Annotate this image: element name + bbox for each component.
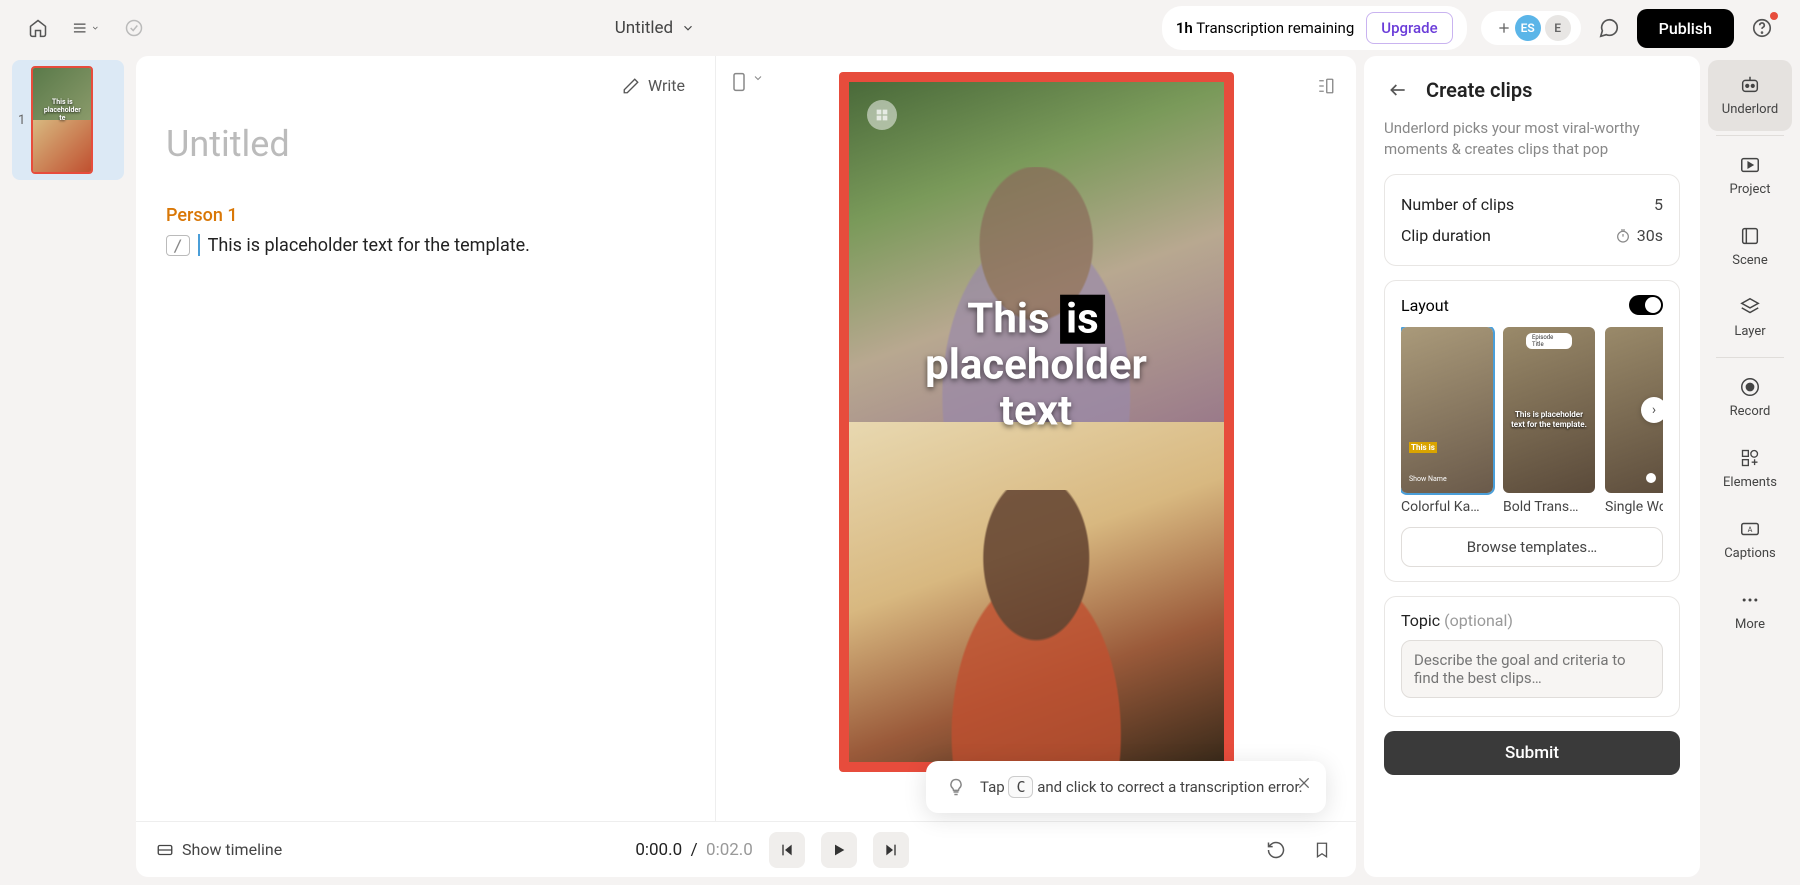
slash-command-icon: / bbox=[166, 235, 190, 256]
upgrade-button[interactable]: Upgrade bbox=[1366, 12, 1452, 44]
chevron-down-icon bbox=[681, 21, 695, 35]
rail-record[interactable]: Record bbox=[1708, 362, 1792, 433]
notification-dot bbox=[1770, 12, 1778, 20]
captions-icon: A bbox=[1739, 518, 1761, 540]
menu-icon[interactable] bbox=[72, 14, 100, 42]
lightbulb-icon bbox=[946, 777, 966, 797]
scene-icon bbox=[1739, 225, 1761, 247]
show-timeline-button[interactable]: Show timeline bbox=[156, 840, 282, 859]
time-display: 0:00.0 / 0:02.0 bbox=[635, 840, 753, 860]
document-title: Untitled bbox=[615, 18, 673, 38]
preview-pane: This is placeholder text bbox=[716, 56, 1356, 821]
tip-popup: Tap C and click to correct a transcripti… bbox=[926, 761, 1326, 813]
collaborators[interactable]: ES E bbox=[1481, 11, 1581, 45]
clip-settings-card: Number of clips 5 Clip duration 30s bbox=[1384, 174, 1680, 266]
panel-toggle-icon[interactable] bbox=[1312, 72, 1340, 100]
timeline-icon bbox=[156, 841, 174, 859]
panel-description: Underlord picks your most viral-worthy m… bbox=[1384, 118, 1680, 160]
home-icon[interactable] bbox=[24, 14, 52, 42]
aspect-ratio-button[interactable] bbox=[732, 72, 764, 92]
create-clips-panel: Create clips Underlord picks your most v… bbox=[1364, 56, 1700, 877]
scene-strip: 1 This is placeholder te bbox=[8, 56, 128, 877]
write-button[interactable]: Write bbox=[166, 76, 685, 113]
template-next-icon[interactable]: › bbox=[1641, 397, 1663, 423]
right-rail: Underlord Project Scene Layer Record Ele… bbox=[1708, 56, 1792, 877]
chevron-down-icon bbox=[752, 72, 764, 84]
rail-layer[interactable]: Layer bbox=[1708, 282, 1792, 353]
template-item[interactable]: Episode Title This is placeholder text f… bbox=[1503, 327, 1595, 515]
template-list: This is Show Name Colorful Ka… Episode T… bbox=[1401, 327, 1663, 515]
number-of-clips-row[interactable]: Number of clips 5 bbox=[1401, 189, 1663, 220]
transport-bar: Show timeline 0:00.0 / 0:02.0 bbox=[136, 821, 1356, 877]
layout-toggle[interactable] bbox=[1629, 295, 1663, 315]
comments-icon[interactable] bbox=[1595, 14, 1623, 42]
skip-back-button[interactable] bbox=[769, 832, 805, 868]
avatar-e[interactable]: E bbox=[1545, 15, 1571, 41]
editor-area: Write Untitled Person 1 / This is placeh… bbox=[136, 56, 1356, 877]
topic-card: Topic (optional) bbox=[1384, 596, 1680, 717]
project-icon bbox=[1739, 154, 1761, 176]
rail-project[interactable]: Project bbox=[1708, 140, 1792, 211]
rail-elements[interactable]: Elements bbox=[1708, 433, 1792, 504]
clip-duration-row[interactable]: Clip duration 30s bbox=[1401, 220, 1663, 251]
avatar-es[interactable]: ES bbox=[1515, 15, 1541, 41]
key-c-badge: C bbox=[1008, 776, 1033, 798]
submit-button[interactable]: Submit bbox=[1384, 731, 1680, 775]
template-item[interactable]: This is Show Name Colorful Ka… bbox=[1401, 327, 1493, 515]
more-icon bbox=[1739, 589, 1761, 611]
rail-more[interactable]: More bbox=[1708, 575, 1792, 646]
video-preview[interactable]: This is placeholder text bbox=[839, 72, 1234, 772]
rail-captions[interactable]: A Captions bbox=[1708, 504, 1792, 575]
document-title-dropdown[interactable]: Untitled bbox=[160, 18, 1150, 38]
skip-forward-button[interactable] bbox=[873, 832, 909, 868]
loop-icon[interactable] bbox=[1262, 836, 1290, 864]
script-title[interactable]: Untitled bbox=[166, 123, 685, 165]
svg-text:A: A bbox=[1748, 525, 1753, 534]
close-icon[interactable] bbox=[1296, 775, 1312, 791]
scene-number: 1 bbox=[18, 113, 25, 128]
underlord-icon bbox=[1739, 74, 1761, 96]
topic-input[interactable] bbox=[1401, 640, 1663, 698]
transcription-pill: 1h Transcription remaining Upgrade bbox=[1162, 6, 1467, 50]
elements-icon bbox=[1739, 447, 1761, 469]
browse-templates-button[interactable]: Browse templates… bbox=[1401, 527, 1663, 567]
watermark-icon bbox=[867, 100, 897, 130]
transcript-line[interactable]: / This is placeholder text for the templ… bbox=[166, 234, 685, 256]
text-cursor bbox=[198, 234, 200, 256]
caption-overlay: This is placeholder text bbox=[925, 297, 1147, 436]
add-collaborator-icon[interactable] bbox=[1491, 15, 1517, 41]
back-icon[interactable] bbox=[1384, 76, 1412, 104]
publish-button[interactable]: Publish bbox=[1637, 9, 1734, 48]
help-icon[interactable] bbox=[1748, 14, 1776, 42]
bookmark-icon[interactable] bbox=[1308, 836, 1336, 864]
layout-card: Layout This is Show Name Colorful Ka… Ep… bbox=[1384, 280, 1680, 582]
scene-thumbnail[interactable]: 1 This is placeholder te bbox=[12, 60, 124, 180]
play-button[interactable] bbox=[821, 832, 857, 868]
topic-label: Topic (optional) bbox=[1401, 611, 1663, 630]
speaker-label[interactable]: Person 1 bbox=[166, 205, 685, 226]
top-bar: Untitled 1h Transcription remaining Upgr… bbox=[0, 0, 1800, 56]
clock-icon bbox=[1615, 228, 1631, 244]
rail-underlord[interactable]: Underlord bbox=[1708, 60, 1792, 131]
panel-title: Create clips bbox=[1426, 78, 1532, 102]
pen-icon bbox=[622, 77, 640, 95]
rail-scene[interactable]: Scene bbox=[1708, 211, 1792, 282]
script-pane: Write Untitled Person 1 / This is placeh… bbox=[136, 56, 716, 821]
record-icon bbox=[1739, 376, 1761, 398]
sync-status-icon bbox=[120, 14, 148, 42]
layout-label: Layout bbox=[1401, 296, 1449, 315]
layer-icon bbox=[1739, 296, 1761, 318]
